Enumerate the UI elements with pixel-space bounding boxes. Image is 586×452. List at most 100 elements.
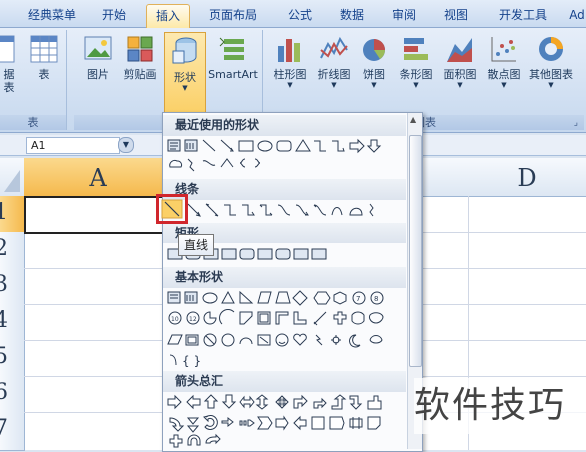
pivot-table-icon	[0, 35, 15, 63]
picture-label: 图片	[87, 68, 109, 81]
dialog-launcher-icon[interactable]: ⌟	[574, 118, 578, 128]
smartart-label: SmartArt	[208, 68, 258, 81]
shapes-gallery-dropdown: 最近使用的形状 线条 矩形 基本形状 7 8 10 12 {} 箭头总汇 ▲	[162, 112, 423, 452]
block-arrows-grid[interactable]	[166, 393, 406, 451]
scatter-chart-label: 散点图	[487, 68, 521, 81]
shapes-dropdown-arrow: ▼	[182, 84, 188, 92]
svg-text:8: 8	[374, 295, 378, 303]
pie-chart-icon	[363, 39, 385, 61]
scroll-up-icon[interactable]: ▲	[410, 115, 416, 124]
clipart-button[interactable]: 剪贴画	[120, 34, 160, 81]
other-charts-icon	[539, 37, 563, 61]
select-all-triangle-icon	[4, 170, 20, 192]
section-recent-shapes: 最近使用的形状	[163, 115, 406, 136]
clipart-label: 剪贴画	[123, 68, 157, 81]
column-chart-dropdown-arrow: ▼	[287, 81, 293, 89]
tables-group: 据 表 表 表	[0, 30, 67, 130]
tables-group-label: 表	[0, 115, 66, 130]
area-chart-label: 面积图	[443, 68, 477, 81]
shapes-button[interactable]: 形状 ▼	[164, 32, 206, 114]
column-chart-label: 柱形图	[273, 68, 307, 81]
watermark: 软件技巧	[414, 378, 586, 434]
name-box-dropdown-icon[interactable]: ▼	[118, 137, 134, 153]
svg-text:12: 12	[189, 316, 197, 323]
straight-line-icon	[161, 199, 183, 219]
bar-chart-label: 条形图	[399, 68, 433, 81]
row-header-7[interactable]: 7	[0, 412, 25, 451]
select-all-corner[interactable]	[0, 158, 25, 197]
pie-chart-button[interactable]: 饼图 ▼	[356, 34, 392, 89]
tab-review[interactable]: 审阅	[384, 4, 424, 26]
column-chart-button[interactable]: 柱形图 ▼	[268, 34, 312, 89]
line-chart-button[interactable]: 折线图 ▼	[312, 34, 356, 89]
lines-shapes-row[interactable]	[166, 201, 406, 221]
other-charts-dropdown-arrow: ▼	[548, 81, 554, 89]
tab-addins[interactable]: Ad	[566, 4, 586, 26]
table-icon	[30, 35, 58, 63]
tab-view[interactable]: 视图	[436, 4, 476, 26]
shape-tooltip: 直线	[178, 234, 215, 256]
svg-text:7: 7	[356, 295, 360, 303]
section-block-arrows: 箭头总汇	[163, 371, 406, 392]
basic-shapes-grid[interactable]: 7 8 10 12 { }	[166, 289, 406, 369]
table-button[interactable]: 表	[28, 34, 60, 81]
row-header-6[interactable]: 6	[0, 376, 25, 413]
row-header-5[interactable]: 5	[0, 340, 25, 377]
tab-developer[interactable]: 开发工具	[490, 4, 556, 26]
other-charts-label: 其他图表	[529, 68, 573, 81]
tab-home[interactable]: 开始	[94, 4, 134, 26]
line-chart-dropdown-arrow: ▼	[331, 81, 337, 89]
column-chart-icon	[278, 39, 300, 62]
section-basic-shapes: 基本形状	[163, 267, 406, 288]
line-chart-label: 折线图	[317, 68, 351, 81]
pivot-table-button[interactable]: 据 表	[0, 34, 18, 94]
bar-chart-icon	[404, 38, 428, 60]
scrollbar-thumb[interactable]	[409, 135, 422, 367]
row-header-3[interactable]: 3	[0, 268, 25, 305]
row-6-label: 6	[0, 380, 8, 405]
row-1-label: 1	[0, 200, 8, 225]
area-chart-button[interactable]: 面积图 ▼	[438, 34, 482, 89]
ribbon-tab-bar: 经典菜单 开始 插入 页面布局 公式 数据 审阅 视图 开发工具 Ad	[0, 0, 586, 28]
pivot-table-label-2: 表	[3, 81, 15, 94]
table-label: 表	[38, 68, 50, 81]
name-box[interactable]: A1	[26, 137, 120, 154]
smartart-icon	[219, 37, 244, 60]
area-chart-dropdown-arrow: ▼	[457, 81, 463, 89]
scatter-chart-dropdown-arrow: ▼	[501, 81, 507, 89]
row-3-label: 3	[0, 272, 8, 297]
picture-icon	[84, 36, 112, 60]
tab-data[interactable]: 数据	[332, 4, 372, 26]
tab-insert[interactable]: 插入	[146, 4, 190, 28]
pie-chart-label: 饼图	[363, 68, 385, 81]
clipart-icon	[127, 36, 153, 62]
area-chart-icon	[447, 38, 472, 62]
line-shape-highlight[interactable]	[156, 194, 188, 224]
column-header-d[interactable]: D	[468, 158, 586, 197]
shapes-icon	[172, 37, 197, 64]
pivot-table-label: 据	[3, 68, 15, 81]
row-header-4[interactable]: 4	[0, 304, 25, 341]
row-header-1[interactable]: 1	[0, 196, 25, 233]
other-charts-button[interactable]: 其他图表 ▼	[524, 34, 578, 89]
column-header-a[interactable]: A	[24, 158, 173, 197]
scatter-chart-button[interactable]: 散点图 ▼	[482, 34, 526, 89]
row-header-2[interactable]: 2	[0, 232, 25, 269]
scatter-chart-icon	[491, 37, 516, 62]
tab-page-layout[interactable]: 页面布局	[200, 4, 266, 26]
tab-formulas[interactable]: 公式	[280, 4, 320, 26]
smartart-button[interactable]: SmartArt	[206, 34, 260, 81]
row-2-label: 2	[0, 236, 8, 261]
picture-button[interactable]: 图片	[80, 34, 116, 81]
tab-classic-menu[interactable]: 经典菜单	[22, 4, 82, 26]
row-7-label: 7	[0, 416, 8, 441]
cell-a1-selected[interactable]	[24, 196, 174, 234]
brace-shapes-text: { }	[182, 354, 201, 368]
recent-shapes-grid[interactable]	[166, 137, 406, 177]
pie-chart-dropdown-arrow: ▼	[371, 81, 377, 89]
row-4-label: 4	[0, 308, 8, 333]
bar-chart-button[interactable]: 条形图 ▼	[394, 34, 438, 89]
svg-text:10: 10	[171, 316, 179, 323]
shapes-label: 形状	[174, 71, 196, 84]
bar-chart-dropdown-arrow: ▼	[413, 81, 419, 89]
